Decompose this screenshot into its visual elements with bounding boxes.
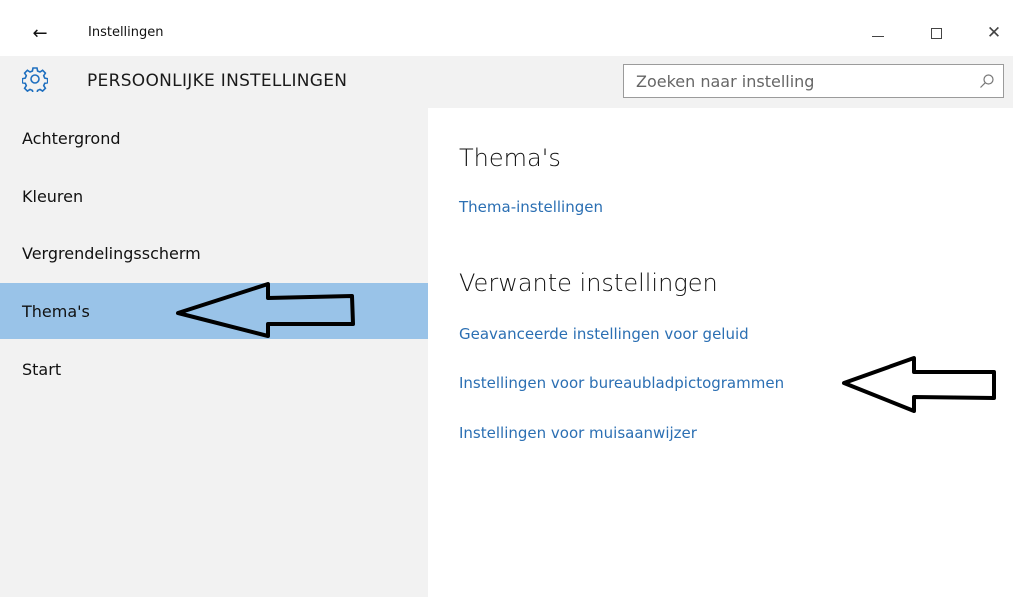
sidebar-item-start[interactable]: Start	[0, 341, 428, 397]
section-title-themas: Thema's	[459, 144, 561, 172]
settings-header: PERSOONLIJKE INSTELLINGEN	[0, 56, 1013, 108]
arrow-left-icon: ←	[32, 22, 48, 44]
link-bureaubladpictogrammen[interactable]: Instellingen voor bureaubladpictogrammen	[459, 374, 784, 392]
close-icon: ✕	[986, 22, 1002, 43]
sidebar-item-label: Vergrendelingsscherm	[22, 243, 201, 263]
settings-window: ← Instellingen ✕ PERSOONLIJKE INSTELLING…	[0, 0, 1013, 597]
search-box[interactable]	[623, 64, 1004, 98]
minimize-button[interactable]	[858, 20, 898, 46]
search-icon[interactable]	[979, 73, 995, 89]
sidebar-item-label: Thema's	[22, 301, 90, 321]
link-thema-instellingen[interactable]: Thema-instellingen	[459, 198, 603, 216]
gear-icon	[22, 67, 48, 92]
minimize-icon	[872, 35, 884, 37]
sidebar-item-label: Achtergrond	[22, 128, 121, 148]
maximize-button[interactable]	[916, 20, 956, 46]
section-title-verwante-instellingen: Verwante instellingen	[459, 269, 718, 297]
sidebar-item-vergrendelingsscherm[interactable]: Vergrendelingsscherm	[0, 225, 428, 281]
maximize-icon	[930, 27, 942, 39]
sidebar-item-kleuren[interactable]: Kleuren	[0, 168, 428, 224]
sidebar-item-label: Start	[22, 359, 62, 379]
sidebar-item-themas[interactable]: Thema's	[0, 283, 428, 339]
title-bar: ← Instellingen ✕	[0, 8, 1013, 56]
search-input[interactable]	[624, 65, 964, 97]
link-muisaanwijzer[interactable]: Instellingen voor muisaanwijzer	[459, 424, 697, 442]
back-button[interactable]: ←	[20, 18, 60, 48]
window-title: Instellingen	[88, 25, 164, 40]
sidebar: Achtergrond Kleuren Vergrendelingsscherm…	[0, 108, 428, 597]
close-button[interactable]: ✕	[974, 20, 1013, 46]
main-content: Thema's Thema-instellingen Verwante inst…	[428, 108, 1013, 597]
sidebar-item-label: Kleuren	[22, 186, 84, 206]
page-title: PERSOONLIJKE INSTELLINGEN	[87, 71, 348, 91]
link-geavanceerde-geluid[interactable]: Geavanceerde instellingen voor geluid	[459, 325, 749, 343]
sidebar-item-achtergrond[interactable]: Achtergrond	[0, 110, 428, 166]
